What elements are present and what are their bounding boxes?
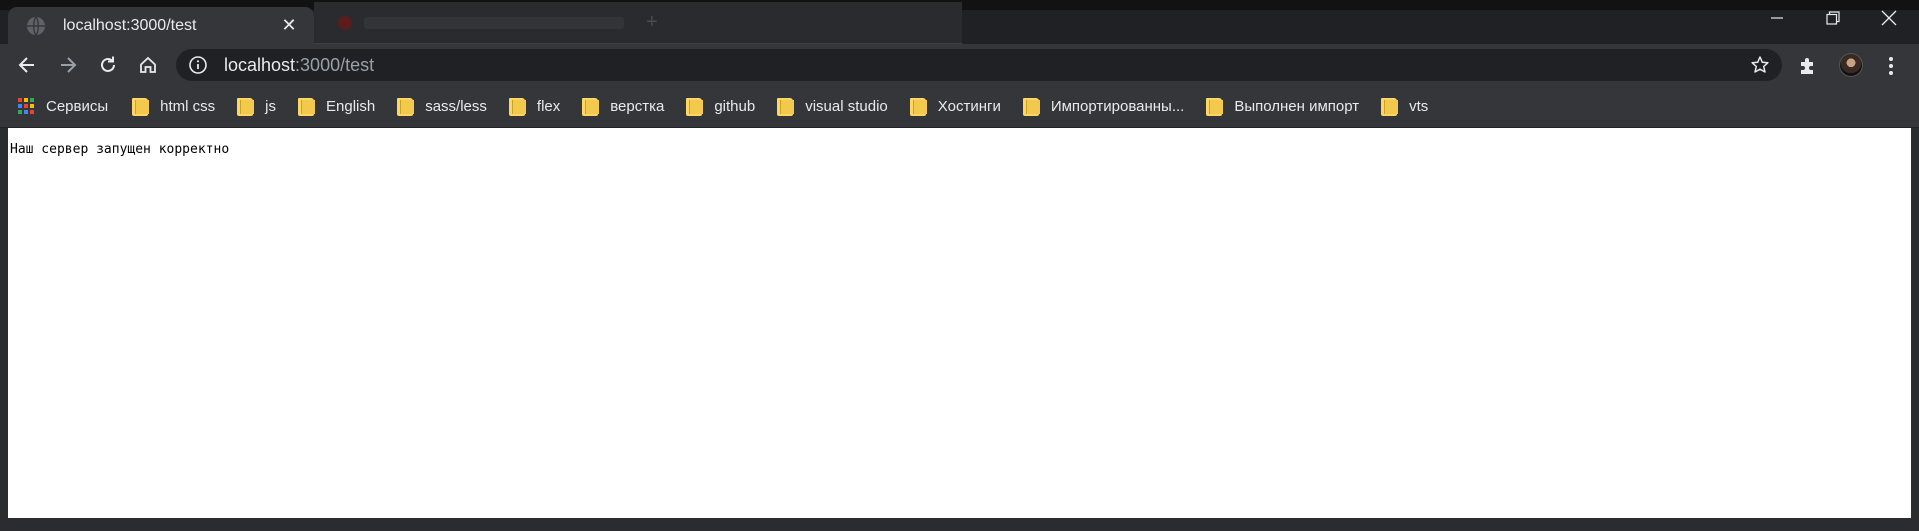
page-viewport: Наш сервер запущен корректно — [8, 128, 1911, 518]
apps-grid-icon — [18, 97, 36, 116]
window-frame-left — [0, 128, 8, 531]
bookmark-label: Выполнен импорт — [1234, 98, 1360, 115]
star-icon[interactable] — [1750, 55, 1770, 75]
bookmark-folder[interactable]: Импортированны... — [1022, 92, 1185, 122]
tab-active[interactable]: localhost:3000/test ✕ — [8, 7, 314, 44]
folder-icon — [777, 97, 795, 116]
bookmark-label: js — [265, 98, 277, 115]
folder-icon — [298, 97, 316, 116]
puzzle-icon[interactable] — [1797, 55, 1819, 77]
folder-icon — [397, 97, 415, 116]
window-frame-bottom — [0, 518, 1919, 531]
info-icon[interactable] — [188, 55, 208, 75]
bookmark-apps[interactable]: Сервисы — [18, 92, 108, 122]
avatar[interactable] — [1839, 53, 1863, 77]
url-host[interactable]: localhost — [224, 55, 295, 76]
folder-icon — [1022, 97, 1040, 116]
bookmark-label: Хостинги — [937, 98, 1001, 115]
background-tab[interactable]: + — [314, 2, 962, 44]
tab-title: localhost:3000/test — [63, 16, 197, 34]
folder-icon — [582, 97, 600, 116]
arrow-right-icon[interactable] — [53, 50, 83, 80]
arrow-left-icon[interactable] — [12, 50, 42, 80]
bookmark-folder[interactable]: github — [686, 92, 755, 122]
bookmark-label: верстка — [610, 98, 665, 115]
bookmark-folder[interactable]: visual studio — [777, 92, 888, 122]
restore-icon[interactable] — [1810, 3, 1856, 33]
bookmark-folder[interactable]: flex — [508, 92, 561, 122]
folder-icon — [1381, 97, 1399, 116]
background-tab-favicon — [338, 15, 352, 30]
bookmark-label: vts — [1409, 98, 1429, 115]
folder-icon — [909, 97, 927, 116]
bookmark-folder[interactable]: Хостинги — [909, 92, 1001, 122]
bookmark-folder[interactable]: html css — [132, 92, 215, 122]
kebab-menu-icon[interactable] — [1880, 53, 1902, 79]
bookmark-folder[interactable]: English — [298, 92, 375, 122]
bookmark-label: Импортированны... — [1050, 98, 1185, 115]
title-bar: + localhost:3000/test ✕ — [0, 0, 1919, 44]
bookmark-label: html css — [160, 98, 216, 115]
folder-icon — [132, 97, 150, 116]
background-tab-title-blurred — [364, 16, 624, 29]
bookmark-label: github — [714, 98, 756, 115]
bookmark-label: flex — [536, 98, 561, 115]
bookmark-label: sass/less — [425, 98, 487, 115]
tab-close-icon[interactable]: ✕ — [278, 15, 300, 37]
bookmark-folder[interactable]: верстка — [582, 92, 664, 122]
bookmark-folders: html css js English sass/less flex верстка git… — [132, 92, 1450, 122]
folder-icon — [686, 97, 704, 116]
bookmark-label: visual studio — [805, 98, 888, 115]
bookmark-label: Сервисы — [46, 98, 109, 115]
close-icon[interactable] — [1866, 3, 1912, 33]
reload-icon[interactable] — [93, 50, 123, 80]
bookmarks-bar: Сервисы html css js English sass/less flex ве… — [0, 86, 1919, 128]
bookmark-folder[interactable]: Выполнен импорт — [1206, 92, 1359, 122]
bookmark-label: English — [326, 98, 376, 115]
minimize-icon[interactable] — [1754, 3, 1800, 33]
bookmark-folder[interactable]: js — [237, 92, 276, 122]
bookmark-folder[interactable]: sass/less — [397, 92, 487, 122]
globe-icon — [26, 16, 46, 36]
navigation-toolbar: localhost:3000/test — [0, 44, 1919, 86]
folder-icon — [1206, 97, 1224, 116]
page-body-text: Наш сервер запущен корректно — [10, 142, 230, 157]
home-icon[interactable] — [133, 50, 163, 80]
url-path[interactable]: :3000/test — [295, 55, 374, 76]
address-bar[interactable]: localhost:3000/test — [176, 49, 1782, 81]
folder-icon — [508, 97, 526, 116]
new-tab-button[interactable]: + — [646, 11, 658, 34]
bookmark-folder[interactable]: vts — [1381, 92, 1428, 122]
folder-icon — [237, 97, 255, 116]
window-frame-right — [1911, 128, 1919, 531]
